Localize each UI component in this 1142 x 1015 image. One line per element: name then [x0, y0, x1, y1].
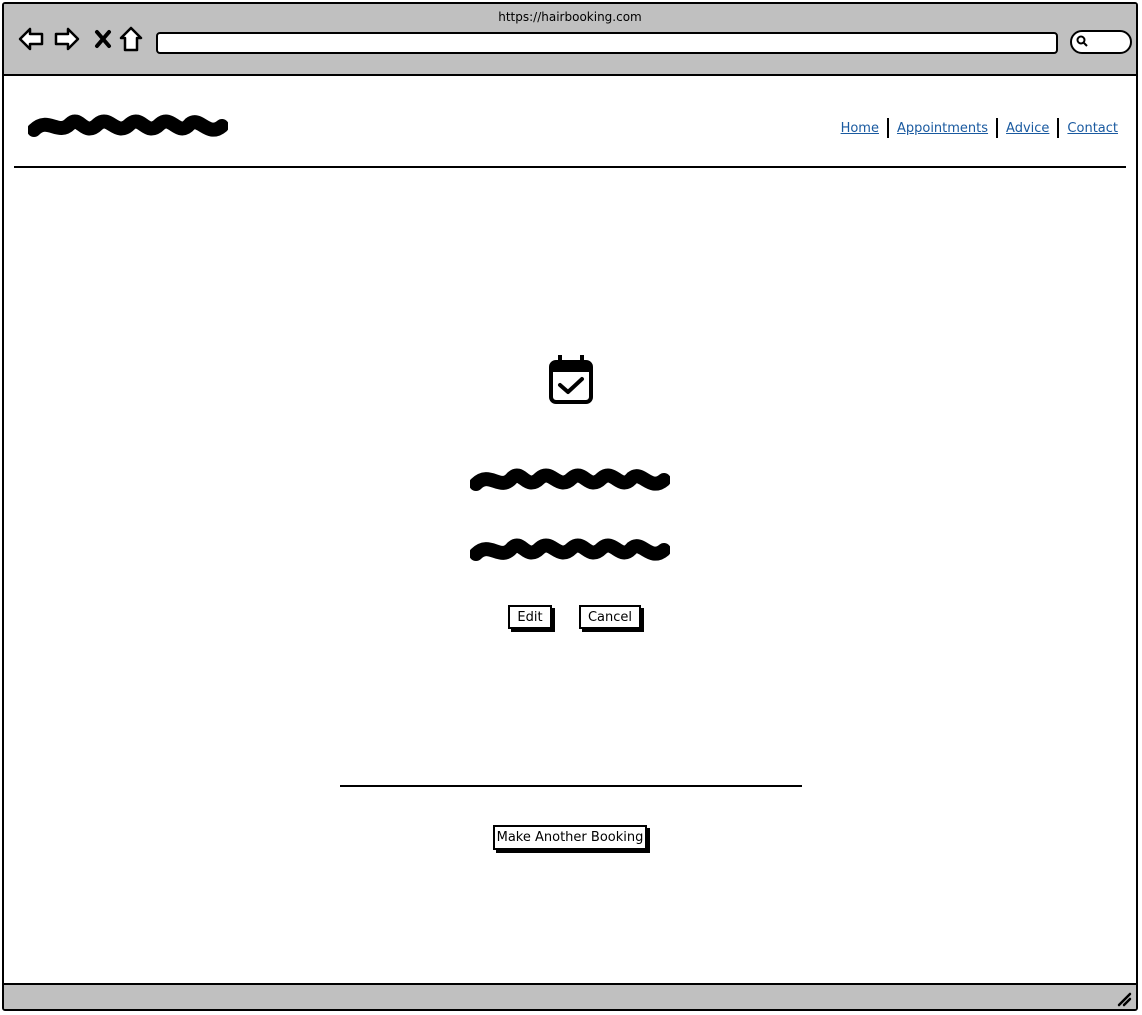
- browser-window: https://hairbooking.com Home Appointment…: [2, 2, 1138, 1011]
- browser-search[interactable]: [1070, 30, 1132, 54]
- home-button[interactable]: [116, 24, 146, 54]
- nav-contact[interactable]: Contact: [1059, 121, 1126, 136]
- header-divider: [14, 166, 1126, 168]
- nav-appointments[interactable]: Appointments: [889, 121, 996, 136]
- back-button[interactable]: [16, 24, 46, 54]
- booking-detail-placeholder: [470, 468, 670, 491]
- forward-arrow-icon: [54, 27, 80, 51]
- section-divider: [340, 785, 802, 787]
- nav-advice[interactable]: Advice: [998, 121, 1057, 136]
- forward-button[interactable]: [52, 24, 82, 54]
- status-bar: [4, 983, 1136, 1009]
- calendar-check-icon: [549, 355, 593, 404]
- logo-placeholder: [28, 114, 228, 137]
- browser-chrome: https://hairbooking.com: [4, 4, 1136, 76]
- booking-time-placeholder: [470, 538, 670, 561]
- edit-button[interactable]: Edit: [508, 605, 552, 629]
- resize-handle-icon[interactable]: [1116, 991, 1132, 1007]
- home-icon: [119, 26, 143, 52]
- stop-button[interactable]: [88, 24, 118, 54]
- page-url: https://hairbooking.com: [498, 10, 642, 24]
- nav-home[interactable]: Home: [833, 121, 887, 136]
- back-arrow-icon: [18, 27, 44, 51]
- search-icon: [1076, 35, 1088, 47]
- close-icon: [95, 30, 111, 48]
- make-another-booking-button[interactable]: Make Another Booking: [493, 825, 647, 850]
- address-bar[interactable]: [156, 32, 1058, 54]
- top-nav: Home Appointments Advice Contact: [833, 118, 1126, 138]
- cancel-button[interactable]: Cancel: [579, 605, 641, 629]
